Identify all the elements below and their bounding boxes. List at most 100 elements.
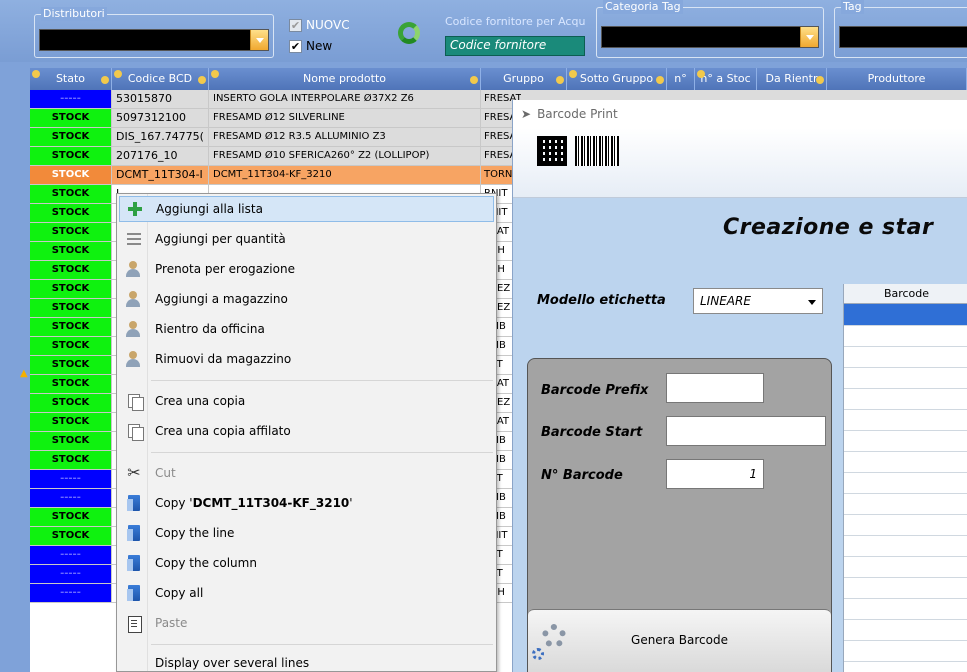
barcode-list-header[interactable]: Barcode [844, 284, 967, 304]
start-input[interactable] [666, 416, 826, 446]
cell-stato[interactable]: STOCK [30, 337, 112, 355]
chevron-down-icon[interactable] [808, 300, 816, 305]
distributori-combo[interactable] [39, 29, 269, 51]
filter-key-icon[interactable] [101, 76, 109, 84]
col-codice-bcd[interactable]: Codice BCD [112, 68, 209, 90]
cell-codice-bcd[interactable]: DCMT_11T304-I [112, 166, 209, 184]
cell-stato[interactable]: STOCK [30, 261, 112, 279]
menu-paste[interactable]: Paste [119, 610, 494, 636]
categoria-tag-combo[interactable] [601, 26, 819, 48]
barcode-window-titlebar[interactable]: ➤ Barcode Print [513, 100, 967, 128]
cell-stato[interactable]: ----- [30, 546, 112, 564]
nuovc-label: NUOVC [306, 18, 350, 32]
col-gruppo[interactable]: Gruppo [481, 68, 567, 90]
cell-stato[interactable]: STOCK [30, 451, 112, 469]
menu-display-over-several-lines[interactable]: Display over several lines [119, 650, 494, 672]
filter-key-icon[interactable] [656, 76, 664, 84]
cell-nome-prodotto[interactable]: DCMT_11T304-KF_3210 [209, 166, 481, 184]
cell-stato[interactable]: STOCK [30, 394, 112, 412]
cell-stato[interactable]: ----- [30, 90, 112, 108]
cell-stato[interactable]: STOCK [30, 166, 112, 184]
copy-suffix: ' [349, 496, 353, 510]
cell-stato[interactable]: ----- [30, 584, 112, 602]
cell-nome-prodotto[interactable]: FRESAMD Ø12 SILVERLINE [209, 109, 481, 127]
cell-stato[interactable]: STOCK [30, 109, 112, 127]
supplier-hint: Codice fornitore per Acqu [445, 15, 586, 28]
menu-rientro-da-officina[interactable]: Rientro da officina [119, 316, 494, 342]
cell-stato[interactable]: ----- [30, 470, 112, 488]
col-numero-stock[interactable]: n° a Stoc [695, 68, 757, 90]
menu-copy-the-column[interactable]: Copy the column [119, 550, 494, 576]
cell-stato[interactable]: STOCK [30, 223, 112, 241]
chevron-down-icon[interactable] [250, 30, 268, 50]
filter-key-icon[interactable] [569, 70, 577, 78]
cell-stato[interactable]: STOCK [30, 299, 112, 317]
filter-key-icon[interactable] [198, 76, 206, 84]
col-numero[interactable]: n° [667, 68, 695, 90]
menu-aggiungi-a-magazzino[interactable]: Aggiungi a magazzino [119, 286, 494, 312]
cell-codice-bcd[interactable]: 5097312100 [112, 109, 209, 127]
cell-stato[interactable]: STOCK [30, 242, 112, 260]
cell-stato[interactable]: STOCK [30, 280, 112, 298]
cell-stato[interactable]: STOCK [30, 375, 112, 393]
cell-nome-prodotto[interactable]: FRESAMD Ø10 SFERICA260° Z2 (LOLLIPOP) [209, 147, 481, 165]
cell-stato[interactable]: STOCK [30, 204, 112, 222]
menu-crea-una-copia-affilato[interactable]: Crea una copia affilato [119, 418, 494, 444]
menu-aggiungi-per-quantita[interactable]: Aggiungi per quantità [119, 226, 494, 252]
barcode-icon [575, 136, 619, 166]
copy-value: DCMT_11T304-KF_3210 [192, 496, 350, 510]
col-stato[interactable]: Stato [30, 68, 112, 90]
count-input[interactable]: 1 [666, 459, 764, 489]
col-da-rientro[interactable]: Da Rientr [757, 68, 827, 90]
cell-stato[interactable]: STOCK [30, 128, 112, 146]
new-checkbox-box[interactable]: ✔ [289, 39, 302, 53]
menu-copy-the-line[interactable]: Copy the line [119, 520, 494, 546]
filter-key-icon[interactable] [32, 70, 40, 78]
col-sotto-gruppo[interactable]: Sotto Gruppo [567, 68, 667, 90]
cell-stato[interactable]: STOCK [30, 527, 112, 545]
cell-stato[interactable]: STOCK [30, 413, 112, 431]
barcode-list[interactable]: Barcode [843, 284, 967, 672]
model-select[interactable]: LINEARE [693, 288, 823, 314]
cell-codice-bcd[interactable]: DIS_167.74775( [112, 128, 209, 146]
filter-key-icon[interactable] [816, 76, 824, 84]
menu-copy-value[interactable]: Copy 'DCMT_11T304-KF_3210' [119, 490, 494, 516]
col-produttore[interactable]: Produttore [827, 68, 967, 90]
nuovc-checkbox[interactable]: ✔ NUOVC [289, 18, 350, 32]
tag-combo[interactable] [839, 26, 967, 48]
cell-stato[interactable]: STOCK [30, 147, 112, 165]
menu-copy-all[interactable]: Copy all [119, 580, 494, 606]
cell-stato[interactable]: STOCK [30, 432, 112, 450]
new-checkbox[interactable]: ✔ New [289, 39, 332, 53]
prefix-input[interactable] [666, 373, 764, 403]
menu-aggiungi-alla-lista[interactable]: Aggiungi alla lista [119, 196, 494, 222]
nuovc-checkbox-box[interactable]: ✔ [289, 18, 302, 32]
col-nome-prodotto[interactable]: Nome prodotto [209, 68, 481, 90]
grid-header: Stato Codice BCD Nome prodotto Gruppo So… [30, 68, 967, 90]
menu-crea-una-copia[interactable]: Crea una copia [119, 388, 494, 414]
filter-key-icon[interactable] [697, 70, 705, 78]
cell-stato[interactable]: ----- [30, 489, 112, 507]
menu-cut[interactable]: ✂ Cut [119, 460, 494, 486]
cell-stato[interactable]: STOCK [30, 318, 112, 336]
recycle-icon[interactable] [398, 22, 420, 44]
menu-prenota-per-erogazione[interactable]: Prenota per erogazione [119, 256, 494, 282]
cell-stato[interactable]: ----- [30, 565, 112, 583]
cell-stato[interactable]: STOCK [30, 356, 112, 374]
generate-barcode-button[interactable]: Genera Barcode [528, 609, 831, 672]
filter-key-icon[interactable] [470, 76, 478, 84]
chevron-down-icon[interactable] [800, 27, 818, 47]
menu-rimuovi-da-magazzino[interactable]: Rimuovi da magazzino [119, 346, 494, 372]
filter-key-icon[interactable] [211, 70, 219, 78]
cell-codice-bcd[interactable]: 207176_10 [112, 147, 209, 165]
cell-nome-prodotto[interactable]: FRESAMD Ø12 R3.5 ALLUMINIO Z3 [209, 128, 481, 146]
cell-codice-bcd[interactable]: 53015870 [112, 90, 209, 108]
filter-key-icon[interactable] [114, 70, 122, 78]
new-label: New [306, 39, 333, 53]
barcode-list-selected-row[interactable] [844, 304, 967, 325]
cell-stato[interactable]: STOCK [30, 185, 112, 203]
filter-key-icon[interactable] [556, 76, 564, 84]
cell-stato[interactable]: STOCK [30, 508, 112, 526]
supplier-code-input[interactable]: Codice fornitore [445, 36, 585, 56]
cell-nome-prodotto[interactable]: INSERTO GOLA INTERPOLARE Ø37X2 Z6 [209, 90, 481, 108]
